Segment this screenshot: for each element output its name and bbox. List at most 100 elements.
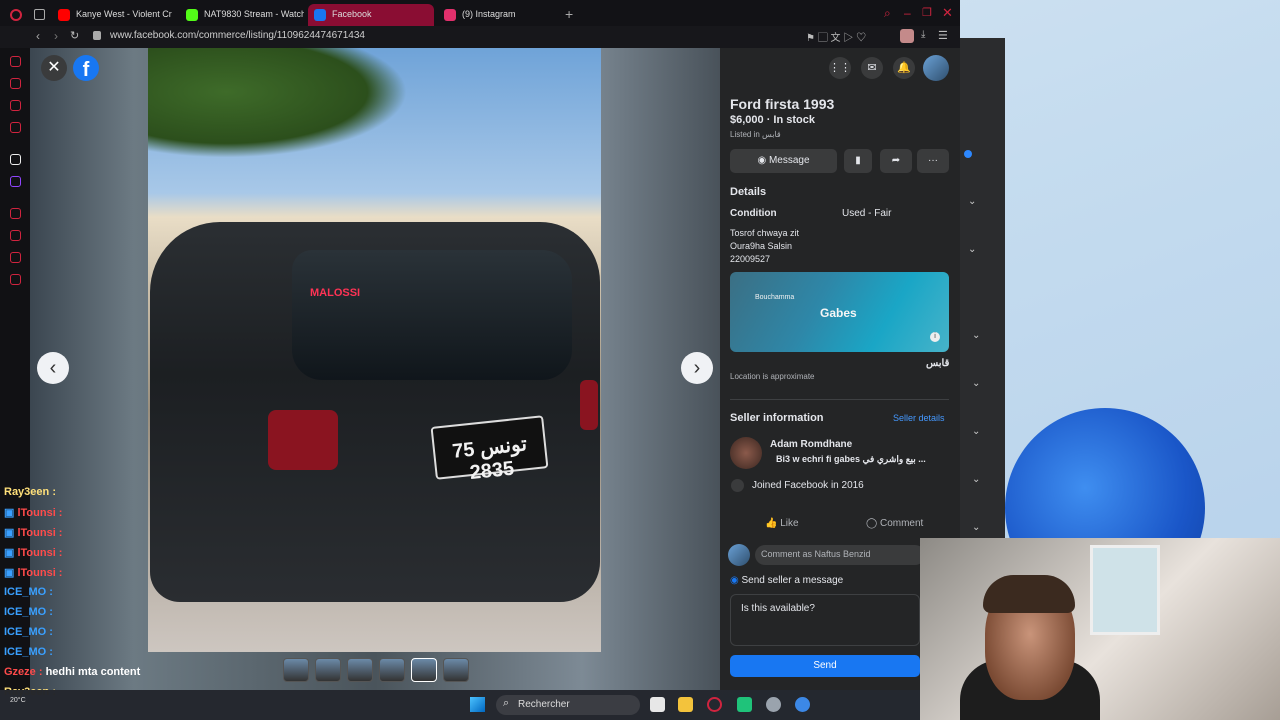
chevron-down-icon[interactable]: ⌄ <box>968 196 976 207</box>
messenger-small-icon: ◉ <box>730 575 742 586</box>
opera-gx-icon[interactable] <box>707 697 722 712</box>
ellipsis-icon: ··· <box>928 155 938 166</box>
kick-icon <box>186 9 198 21</box>
start-icon[interactable] <box>470 697 485 712</box>
send-seller-heading: ◉ Send seller a message <box>730 575 844 586</box>
badge-icon: ▣ <box>4 567 18 579</box>
background-window-edge <box>960 38 1005 568</box>
account-avatar[interactable] <box>923 55 949 81</box>
chat-line: Ray3een : <box>4 486 56 498</box>
menu-icon[interactable]: ☰ <box>938 29 948 42</box>
seller-details-link[interactable]: Seller details <box>893 413 945 423</box>
search-tabs-icon[interactable]: ⌕ <box>884 6 891 21</box>
stream-chat-overlay: Ray3een : ▣ lTounsi : ▣ lTounsi : ▣ lTou… <box>0 482 200 720</box>
photo-thumbnail[interactable] <box>347 658 373 682</box>
maximize-icon[interactable]: ❐ <box>922 6 932 19</box>
sidebar-twitch-icon[interactable] <box>10 176 21 187</box>
joined-date: Joined Facebook in 2016 <box>752 480 864 491</box>
condition-label: Condition <box>730 208 777 219</box>
sidebar-player-icon[interactable] <box>10 78 21 89</box>
photo-tree <box>148 48 408 158</box>
photo-thumbnail-active[interactable] <box>411 658 437 682</box>
sidebar-whatsapp-icon[interactable] <box>10 122 21 133</box>
chat-line: ICE_MO : <box>4 606 53 618</box>
sidebar-pinboard-icon[interactable] <box>10 252 21 263</box>
listing-price: $6,000 · In stock <box>730 114 815 126</box>
like-button[interactable]: 👍 Like <box>765 518 799 529</box>
facebook-icon <box>314 9 326 21</box>
instagram-icon <box>444 9 456 21</box>
sidebar-aria-icon[interactable] <box>10 154 21 165</box>
close-window-icon[interactable]: ✕ <box>942 5 953 21</box>
chevron-down-icon[interactable]: ⌄ <box>972 426 980 437</box>
photo-taillight-right <box>580 380 598 430</box>
chevron-down-icon[interactable]: ⌄ <box>972 330 980 341</box>
comment-input[interactable]: Comment as Naftus Benzid <box>755 545 925 565</box>
message-button[interactable]: ◉ Message <box>730 149 837 173</box>
previous-photo-button[interactable]: ‹ <box>37 352 69 384</box>
settings-icon[interactable] <box>766 697 781 712</box>
photo-thumbnail[interactable] <box>379 658 405 682</box>
download-icon[interactable]: ⤓ <box>921 29 925 40</box>
chevron-down-icon[interactable]: ⌄ <box>968 244 976 255</box>
sidebar-chat-icon[interactable] <box>10 100 21 111</box>
minimize-icon[interactable]: – <box>904 6 911 20</box>
tab-instagram[interactable]: (9) Instagram <box>438 4 558 26</box>
location-note: Location is approximate <box>730 372 815 381</box>
extensions-icons[interactable]: ⚑ ▢ 文 ▷ ♡ <box>806 29 866 44</box>
back-icon[interactable]: ‹ <box>36 29 40 43</box>
sidebar-flow-icon[interactable] <box>10 208 21 219</box>
seller-avatar[interactable] <box>730 437 762 469</box>
file-explorer-icon[interactable] <box>678 697 693 712</box>
location-map[interactable]: Bouchamma Gabes i <box>730 272 949 352</box>
facebook-logo-icon[interactable]: f <box>73 55 99 81</box>
more-options-button[interactable]: ··· <box>917 149 949 173</box>
task-view-icon[interactable] <box>650 697 665 712</box>
messenger-icon[interactable]: ✉ <box>861 57 883 79</box>
url-text[interactable]: www.facebook.com/commerce/listing/110962… <box>110 30 365 41</box>
reload-icon[interactable]: ↻ <box>70 29 79 42</box>
tab-facebook[interactable]: Facebook <box>308 4 434 26</box>
chat-line: ▣ lTounsi : <box>4 507 63 519</box>
profile-avatar[interactable] <box>900 29 914 43</box>
message-textarea[interactable]: Is this available? <box>730 594 920 646</box>
search-icon: ⌕ <box>503 697 510 709</box>
new-tab-icon[interactable]: + <box>565 6 573 22</box>
send-button[interactable]: Send <box>730 655 920 677</box>
taskbar-search[interactable]: Rechercher <box>496 695 640 715</box>
forward-icon[interactable]: › <box>54 29 58 43</box>
photo-thumbnail[interactable] <box>443 658 469 682</box>
share-button[interactable]: ➦ <box>880 149 912 173</box>
sidebar-messenger-icon[interactable] <box>10 56 21 67</box>
chat-line: Gzeze : hedhi mta content <box>4 666 141 678</box>
photo-thumbnail[interactable] <box>283 658 309 682</box>
tab-kick[interactable]: NAT9830 Stream - Watch <box>180 4 304 26</box>
sidebar-settings-icon[interactable] <box>10 274 21 285</box>
chevron-down-icon[interactable]: ⌄ <box>972 522 980 533</box>
badge-icon: ▣ <box>4 547 18 559</box>
weather-widget[interactable]: 20°C <box>10 697 26 704</box>
seller-snippet: Bi3 w echri fi gabes بيع واشري في ... <box>776 454 926 464</box>
map-info-icon[interactable]: i <box>930 332 940 342</box>
opera-logo-icon[interactable] <box>10 9 22 21</box>
close-viewer-button[interactable]: ✕ <box>41 55 67 81</box>
seller-name[interactable]: Adam Romdhane <box>770 439 852 450</box>
sidebar-history-icon[interactable] <box>10 230 21 241</box>
notifications-icon[interactable]: 🔔 <box>893 57 915 79</box>
badge-icon: ▣ <box>4 507 18 519</box>
app-icon[interactable] <box>737 697 752 712</box>
tab-youtube[interactable]: Kanye West - Violent Crim <box>52 4 172 26</box>
save-listing-button[interactable]: ▮ <box>844 149 872 173</box>
chevron-down-icon[interactable]: ⌄ <box>972 378 980 389</box>
comment-button[interactable]: ◯ Comment <box>866 518 923 529</box>
workspaces-icon[interactable] <box>34 9 45 20</box>
description-line: Tosrof chwaya zit <box>730 228 800 238</box>
listing-title: Ford firsta 1993 <box>730 96 835 112</box>
menu-grid-icon[interactable]: ⋮⋮ <box>829 57 851 79</box>
chevron-down-icon[interactable]: ⌄ <box>972 474 980 485</box>
next-photo-button[interactable]: › <box>681 352 713 384</box>
chat-line: ICE_MO : <box>4 586 53 598</box>
app-icon-blue[interactable] <box>795 697 810 712</box>
photo-thumbnail[interactable] <box>315 658 341 682</box>
condition-value: Used - Fair <box>842 208 892 219</box>
